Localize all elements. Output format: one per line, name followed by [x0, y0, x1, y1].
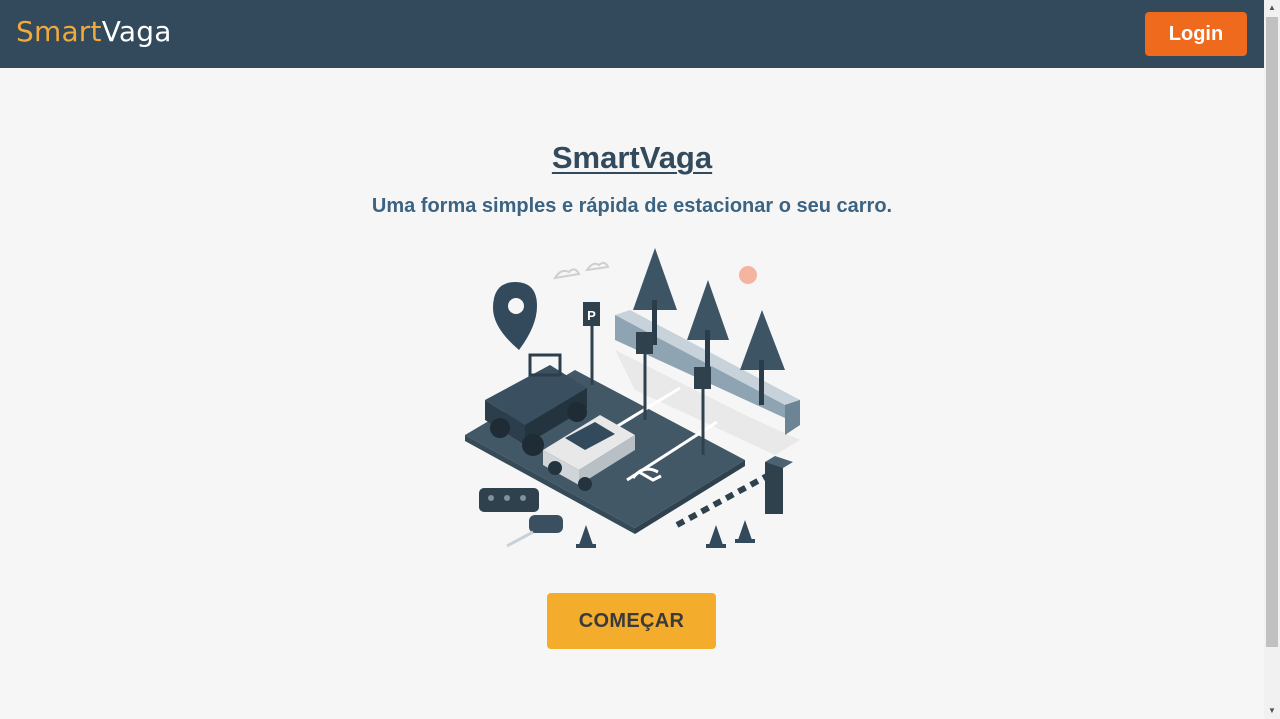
brand-logo[interactable]: SmartVaga [16, 14, 172, 50]
parking-sign-icon: P [583, 302, 600, 385]
traffic-cone-icon [576, 520, 755, 548]
svg-text:P: P [587, 308, 596, 323]
car-key-icon [479, 488, 563, 548]
sun-icon [739, 266, 757, 284]
start-button[interactable]: COMEÇAR [547, 593, 716, 649]
cloud-icon [553, 261, 610, 280]
login-button[interactable]: Login [1145, 12, 1247, 56]
brand-logo-smart: Smart [16, 15, 102, 48]
map-pin-icon [493, 282, 537, 350]
top-navbar: SmartVaga Login [0, 0, 1264, 68]
page-title: SmartVaga [551, 140, 713, 175]
brand-logo-vaga: Vaga [101, 15, 172, 48]
scroll-down-arrow-icon[interactable]: ▼ [1264, 703, 1280, 719]
scroll-up-arrow-icon[interactable]: ▲ [1264, 0, 1280, 16]
vertical-scrollbar[interactable]: ▲ ▼ [1264, 0, 1280, 719]
scrollbar-thumb[interactable] [1266, 17, 1278, 647]
parking-lot-illustration: P [465, 248, 800, 548]
page-subtitle: Uma forma simples e rápida de estacionar… [371, 195, 893, 217]
